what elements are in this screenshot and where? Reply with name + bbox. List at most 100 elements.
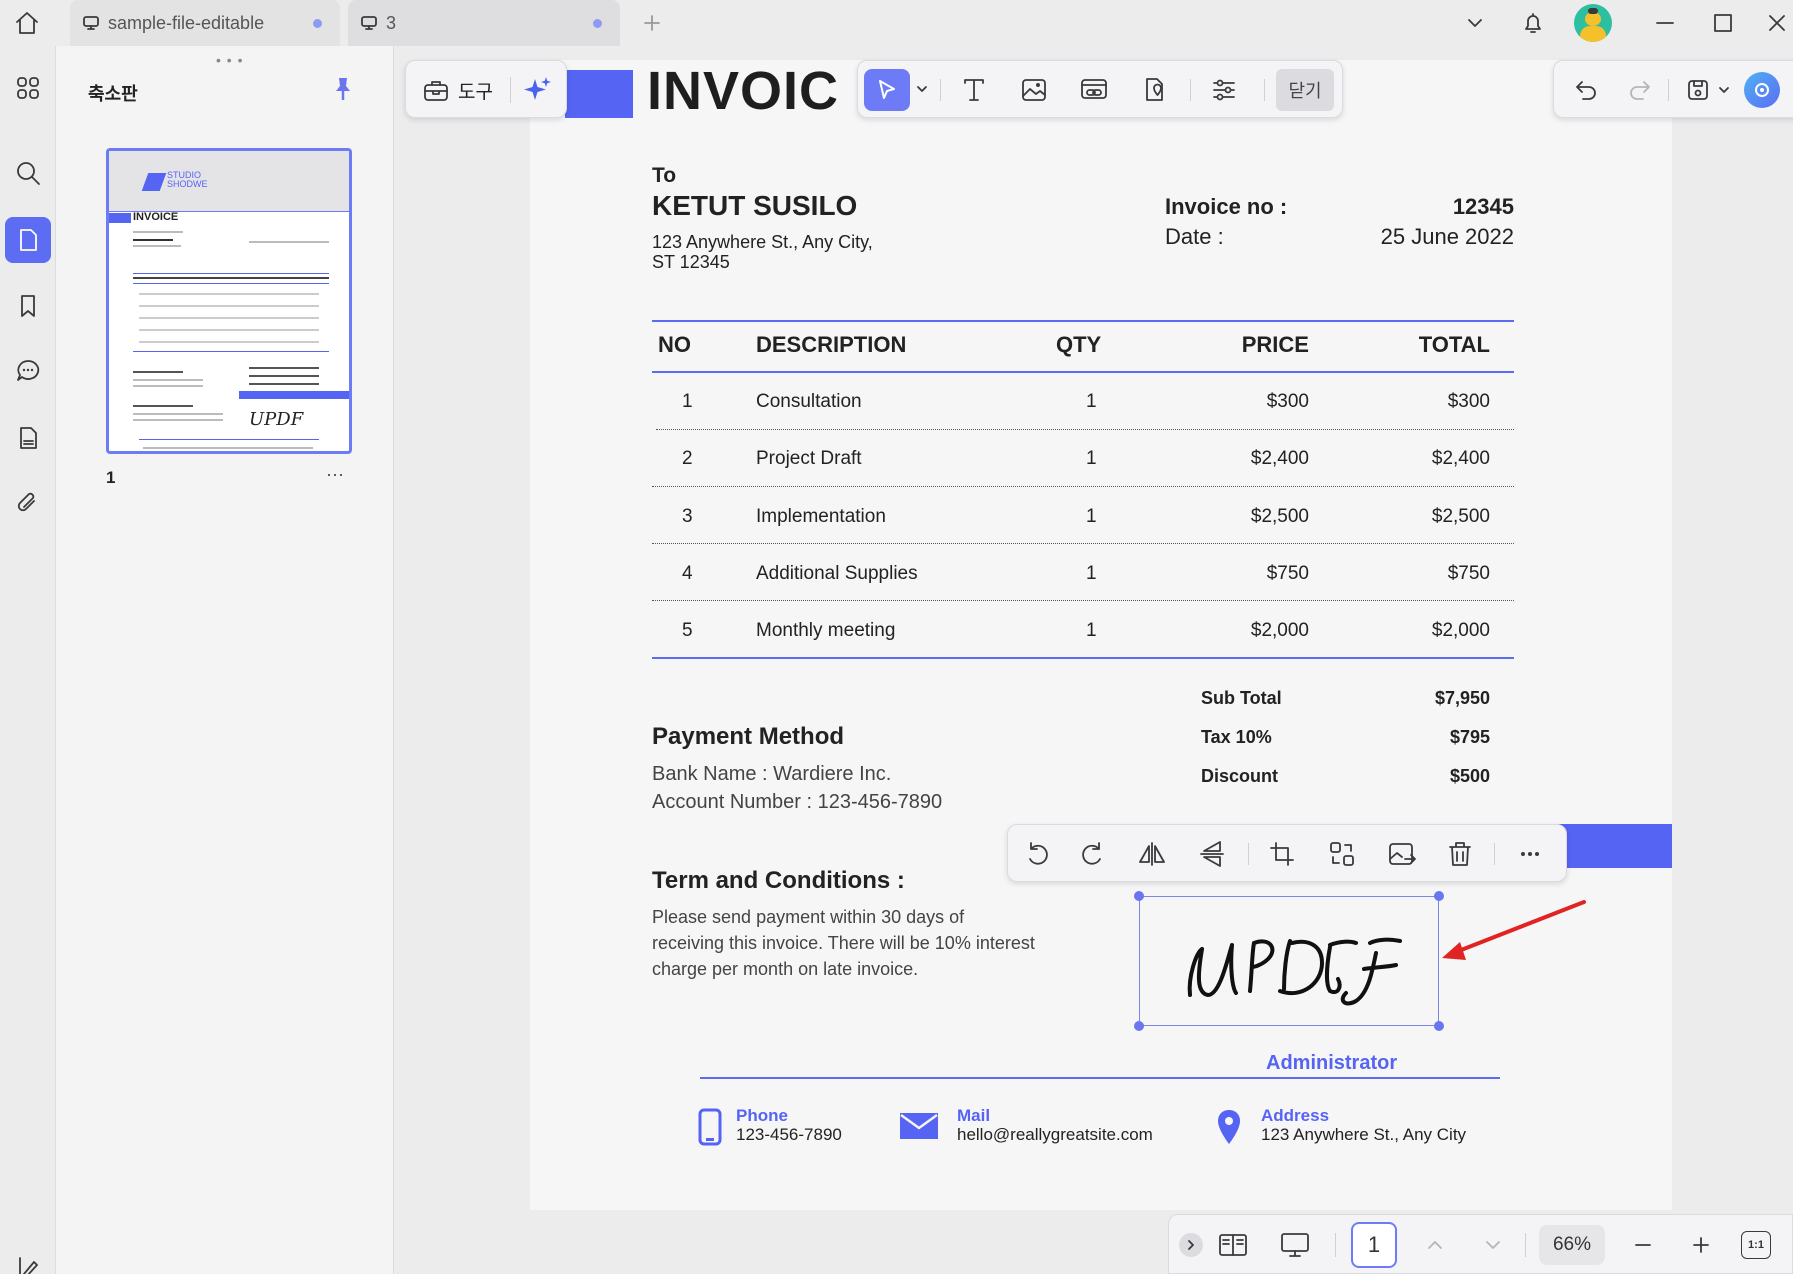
cell-qty: 1 — [1086, 506, 1097, 527]
tools-button[interactable]: 도구 — [416, 70, 506, 110]
page-thumbnail-1[interactable]: STUDIO SHODWE INVOICE UPDF — [106, 148, 352, 454]
rail-attachments-button[interactable] — [5, 480, 51, 526]
watermark-button[interactable] — [1134, 70, 1174, 110]
resize-handle[interactable] — [1134, 1021, 1144, 1031]
terms-title: Term and Conditions : — [652, 867, 905, 894]
select-tool-button[interactable] — [864, 69, 910, 111]
row-divider — [652, 486, 1514, 487]
contact-value: 123 Anywhere St., Any City — [1261, 1125, 1467, 1144]
pin-panel-button[interactable] — [332, 76, 354, 102]
cell-total: $750 — [1447, 563, 1490, 584]
mail-icon — [900, 1113, 938, 1139]
paperclip-icon — [17, 492, 35, 512]
client-name: KETUT SUSILO — [652, 190, 858, 221]
ai-logo-icon — [1744, 72, 1780, 108]
add-link-button[interactable] — [1074, 70, 1114, 110]
tab-label: 3 — [386, 12, 397, 33]
cell-total: $300 — [1447, 391, 1490, 412]
subtotal-label: Sub Total — [1201, 688, 1282, 708]
flip-horizontal-button[interactable] — [1132, 834, 1172, 874]
thumbnail-more-button[interactable]: ··· — [326, 464, 344, 485]
select-tool-dropdown[interactable] — [912, 69, 932, 109]
resize-handle[interactable] — [1134, 891, 1144, 901]
location-pin-icon — [1218, 1110, 1240, 1144]
page-layout-button[interactable] — [1213, 1225, 1253, 1265]
rotate-right-button[interactable] — [1072, 834, 1112, 874]
apps-grid-icon — [17, 77, 39, 99]
row-divider — [656, 429, 1514, 430]
cell-no: 5 — [682, 620, 693, 641]
invoice-no-value: 12345 — [1452, 194, 1514, 219]
footer-rule — [700, 1077, 1500, 1079]
rail-comments-button[interactable] — [5, 348, 51, 394]
ai-chat-button[interactable] — [1742, 70, 1782, 110]
cursor-arrow-icon — [879, 80, 895, 99]
cell-no: 2 — [682, 448, 693, 469]
plus-icon — [1693, 1237, 1709, 1253]
rail-bookmarks-button[interactable] — [5, 283, 51, 329]
ai-assistant-button[interactable] — [518, 70, 558, 110]
new-tab-button[interactable] — [636, 0, 668, 46]
save-button[interactable] — [1678, 70, 1718, 110]
table-header-rule — [652, 371, 1514, 373]
properties-button[interactable] — [1204, 70, 1244, 110]
previous-page-button[interactable] — [1415, 1225, 1455, 1265]
save-dropdown[interactable] — [1714, 70, 1734, 110]
date-value: 25 June 2022 — [1380, 224, 1514, 249]
contact-label: Address — [1261, 1106, 1330, 1125]
home-button[interactable] — [10, 8, 44, 38]
sparkle-icon — [524, 77, 551, 100]
maximize-button[interactable] — [1706, 0, 1740, 46]
client-address-line1: 123 Anywhere St., Any City, — [652, 232, 873, 252]
client-address-line2: ST 12345 — [652, 252, 730, 272]
rail-search-button[interactable] — [5, 150, 51, 196]
zoom-in-button[interactable] — [1681, 1225, 1721, 1265]
next-page-button[interactable] — [1473, 1225, 1513, 1265]
flip-vertical-button[interactable] — [1192, 834, 1232, 874]
more-options-button[interactable] — [1510, 834, 1550, 874]
minimize-icon — [1656, 22, 1674, 24]
cell-total: $2,500 — [1431, 506, 1490, 527]
resize-handle[interactable] — [1434, 1021, 1444, 1031]
replace-image-button[interactable] — [1322, 834, 1362, 874]
tabs-dropdown-button[interactable] — [1458, 0, 1492, 46]
minimize-button[interactable] — [1648, 0, 1682, 46]
terms-line-3: charge per month on late invoice. — [652, 959, 919, 979]
rail-apps-button[interactable] — [5, 65, 51, 111]
add-image-button[interactable] — [1014, 70, 1054, 110]
delete-image-button[interactable] — [1440, 834, 1480, 874]
rail-stamp-button[interactable] — [5, 415, 51, 461]
add-text-button[interactable] — [954, 70, 994, 110]
rotate-left-button[interactable] — [1018, 834, 1058, 874]
signature-image[interactable] — [1134, 891, 1444, 1031]
collapse-bar-button[interactable] — [1179, 1233, 1203, 1257]
presentation-button[interactable] — [1275, 1225, 1315, 1265]
bookmark-icon — [21, 295, 35, 317]
pin-icon — [336, 78, 350, 100]
tab-unsaved-dot — [313, 19, 322, 28]
col-header-no: NO — [658, 332, 691, 357]
tab-sample-file-editable[interactable]: sample-file-editable — [70, 0, 340, 46]
page-number-input[interactable]: 1 — [1351, 1222, 1397, 1268]
close-edit-button[interactable]: 닫기 — [1276, 69, 1334, 111]
cell-description: Consultation — [756, 391, 862, 412]
cell-price: $2,400 — [1250, 448, 1309, 469]
extract-image-button[interactable] — [1382, 834, 1422, 874]
rail-thumbnails-button[interactable] — [5, 217, 51, 263]
cell-price: $2,000 — [1250, 620, 1309, 641]
tab-3[interactable]: 3 — [348, 0, 620, 46]
zoom-out-button[interactable] — [1623, 1225, 1663, 1265]
user-avatar-button[interactable] — [1572, 0, 1614, 46]
panel-resize-handle[interactable]: • • • — [216, 52, 243, 68]
undo-button[interactable] — [1566, 70, 1606, 110]
redo-button[interactable] — [1620, 70, 1660, 110]
chevron-right-icon — [1188, 1240, 1194, 1250]
notifications-button[interactable] — [1516, 0, 1550, 46]
zoom-level[interactable]: 66% — [1539, 1225, 1605, 1265]
thumbnail-signature: UPDF — [249, 409, 304, 430]
crop-button[interactable] — [1262, 834, 1302, 874]
link-icon — [1081, 79, 1107, 99]
close-window-button[interactable] — [1762, 0, 1792, 46]
rail-sidebar-toggle-button[interactable] — [5, 1244, 51, 1274]
actual-size-button[interactable]: 1:1 — [1741, 1231, 1771, 1259]
